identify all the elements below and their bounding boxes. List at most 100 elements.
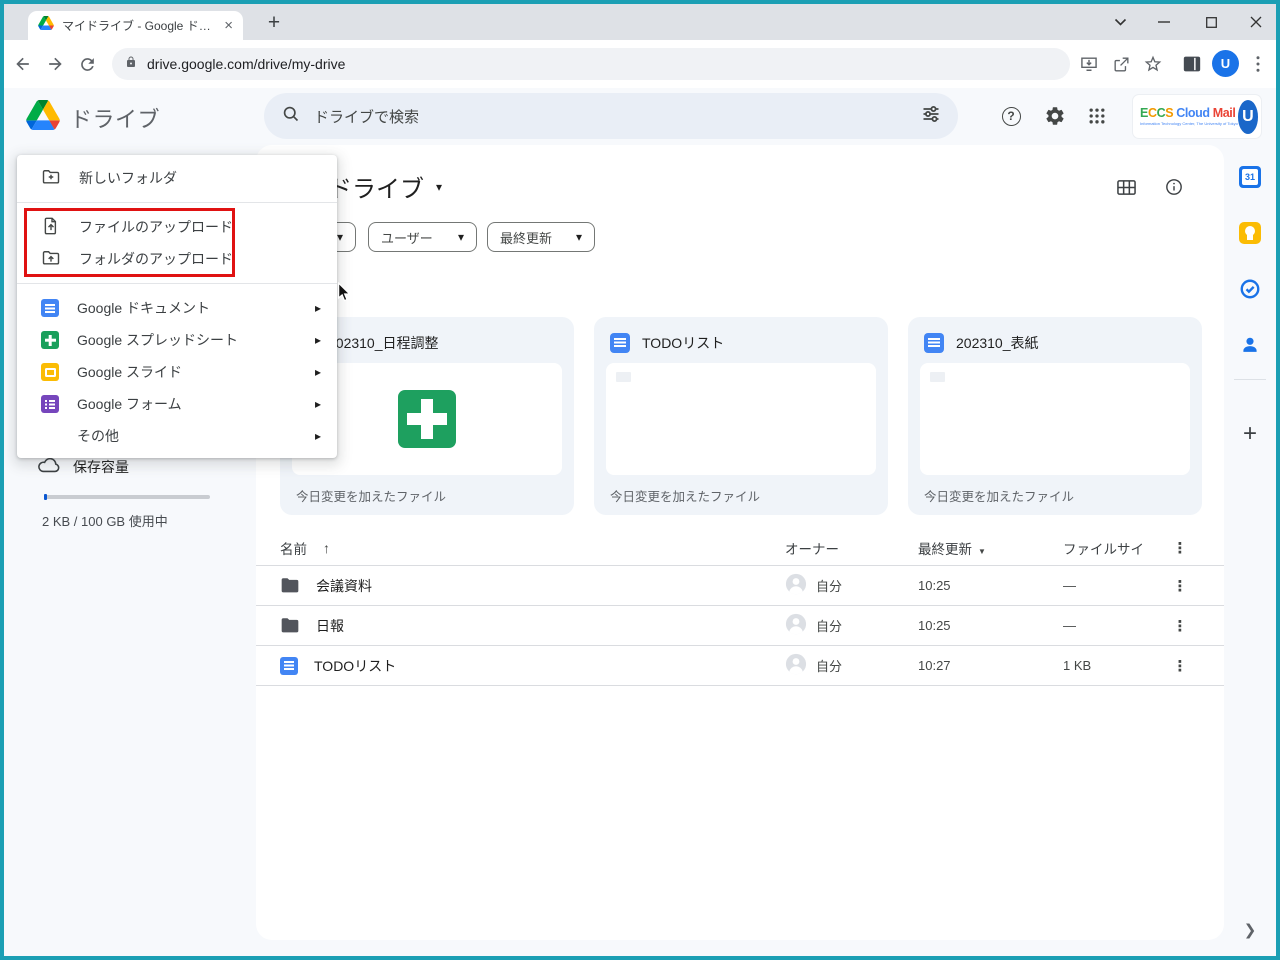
calendar-icon[interactable]: 31: [1239, 166, 1261, 188]
sort-descending-icon: ▼: [978, 546, 986, 556]
submenu-arrow-icon: ▸: [314, 429, 321, 443]
sheets-preview-icon: [398, 390, 456, 448]
menu-item-google-forms[interactable]: Google フォーム ▸: [17, 388, 337, 420]
browser-tab[interactable]: マイドライブ - Google ドライブ ×: [28, 11, 243, 40]
search-options-tune-icon[interactable]: [921, 104, 941, 129]
suggested-card[interactable]: TODOリスト 今日変更を加えたファイル: [594, 317, 888, 515]
menu-item-google-docs[interactable]: Google ドキュメント ▸: [17, 292, 337, 324]
browser-menu-kebab-icon[interactable]: [1246, 52, 1270, 76]
menu-item-google-slides[interactable]: Google スライド ▸: [17, 356, 337, 388]
folder-icon: [280, 616, 300, 636]
sidebar-storage-section: 保存容量 2 KB / 100 GB 使用中: [4, 455, 256, 530]
sidebar-item-storage[interactable]: 保存容量: [4, 455, 256, 479]
get-add-ons-plus-icon[interactable]: +: [1239, 420, 1261, 447]
account-avatar[interactable]: U: [1237, 99, 1258, 134]
tab-close-icon[interactable]: ×: [224, 18, 233, 33]
info-details-icon[interactable]: [1162, 175, 1186, 199]
file-size: —: [1063, 578, 1076, 593]
table-row[interactable]: TODOリスト 自分 10:27 1 KB ⋮: [256, 646, 1224, 686]
filter-chip-user[interactable]: ユーザー ▾: [368, 222, 477, 252]
modified-time: 10:27: [918, 658, 951, 673]
file-list-header: 名前 ↑ オーナー 最終更新 ▼ ファイルサイ ⋮: [256, 530, 1224, 566]
install-icon[interactable]: [1077, 52, 1101, 76]
main-content: マイドライブ ▾ ▾ ユーザー ▾ 最終更新 ▾ 202310_日程調整 今日変…: [256, 145, 1224, 940]
new-menu: 新しいフォルダ ファイルのアップロード フォルダのアップロード Google ド…: [17, 155, 337, 458]
row-options-kebab-icon[interactable]: ⋮: [1160, 577, 1200, 595]
table-row[interactable]: 日報 自分 10:25 — ⋮: [256, 606, 1224, 646]
column-header-modified[interactable]: 最終更新 ▼: [918, 538, 1063, 558]
contacts-icon[interactable]: [1239, 334, 1261, 356]
suggested-files: 202310_日程調整 今日変更を加えたファイル TODOリスト 今日変更を加え…: [280, 317, 1202, 515]
side-panel-divider: [1234, 379, 1266, 380]
google-sheets-icon: [41, 331, 59, 349]
submenu-arrow-icon: ▸: [314, 365, 321, 379]
window-minimize-button[interactable]: [1148, 6, 1180, 38]
eccs-account-badge[interactable]: ECCS Cloud Mail Information Technology C…: [1133, 95, 1261, 138]
menu-item-google-sheets[interactable]: Google スプレッドシート ▸: [17, 324, 337, 356]
eccs-logo-subtitle: Information Technology Center, The Unive…: [1140, 120, 1238, 126]
owner-avatar: [785, 653, 807, 678]
search-placeholder: ドライブで検索: [314, 108, 420, 126]
submenu-arrow-icon: ▸: [314, 333, 321, 347]
sort-ascending-icon: ↑: [323, 539, 330, 556]
google-side-panel: 31 + ❯: [1224, 145, 1276, 956]
share-icon[interactable]: [1109, 52, 1133, 76]
table-row[interactable]: 会議資料 自分 10:25 — ⋮: [256, 566, 1224, 606]
suggested-card[interactable]: 202310_表紙 今日変更を加えたファイル: [908, 317, 1202, 515]
drive-search-bar[interactable]: ドライブで検索: [264, 93, 958, 139]
tasks-icon[interactable]: [1239, 278, 1261, 300]
reload-button[interactable]: [75, 52, 99, 76]
chip-caret-icon: ▾: [575, 230, 582, 244]
new-folder-icon: [41, 167, 61, 190]
drive-favicon-icon: [38, 16, 54, 35]
drive-app-name: ドライブ: [70, 107, 161, 132]
drive-app: ドライブ ドライブで検索 ? ECCS Cloud Mail Informati…: [4, 88, 1276, 956]
menu-item-more[interactable]: その他 ▸: [17, 420, 337, 452]
file-list: 会議資料 自分 10:25 — ⋮ 日報 自分 10:25 — ⋮ TODOリス…: [256, 566, 1224, 686]
browser-profile-avatar[interactable]: U: [1212, 50, 1239, 77]
new-tab-button[interactable]: +: [260, 9, 288, 37]
bookmark-star-icon[interactable]: [1141, 52, 1165, 76]
drive-body: 保存容量 2 KB / 100 GB 使用中 マイドライブ ▾ ▾ ユーザー ▾…: [4, 145, 1276, 956]
window-close-button[interactable]: [1240, 6, 1272, 38]
drive-header: ドライブ ドライブで検索 ? ECCS Cloud Mail Informati…: [4, 88, 1276, 145]
back-button[interactable]: [11, 52, 35, 76]
file-size: —: [1063, 618, 1076, 633]
file-size: 1 KB: [1063, 658, 1092, 673]
settings-gear-icon[interactable]: [1043, 104, 1067, 128]
browser-toolbar: drive.google.com/drive/my-drive U: [4, 40, 1276, 88]
google-docs-icon: [41, 299, 59, 317]
keep-icon[interactable]: [1239, 222, 1261, 244]
card-preview: [920, 363, 1190, 475]
google-apps-grid-icon[interactable]: [1085, 104, 1109, 128]
forward-button[interactable]: [43, 52, 67, 76]
collapse-side-panel-chevron-icon[interactable]: ❯: [1224, 921, 1276, 939]
annotation-highlight-box: [24, 208, 235, 277]
eccs-logo-text: ECCS Cloud Mail: [1140, 106, 1236, 121]
docs-file-icon: [610, 333, 630, 353]
folder-icon: [280, 576, 300, 596]
column-header-size[interactable]: ファイルサイ: [1063, 538, 1160, 558]
window-maximize-button[interactable]: [1195, 6, 1227, 38]
drive-logo-icon[interactable]: [26, 100, 60, 135]
owner-avatar: [785, 573, 807, 598]
column-header-name[interactable]: 名前 ↑: [280, 538, 785, 558]
row-options-kebab-icon[interactable]: ⋮: [1160, 657, 1200, 675]
menu-item-new-folder[interactable]: 新しいフォルダ: [17, 158, 337, 198]
filter-chip-modified[interactable]: 最終更新 ▾: [487, 222, 595, 252]
tab-search-chevron-icon[interactable]: [1104, 6, 1136, 38]
file-name: TODOリスト: [314, 657, 397, 674]
grid-view-toggle-icon[interactable]: [1114, 175, 1138, 199]
chip-caret-icon: ▾: [336, 230, 343, 244]
column-header-owner[interactable]: オーナー: [785, 538, 918, 558]
cloud-icon: [38, 457, 60, 478]
title-dropdown-caret-icon: ▾: [436, 179, 443, 194]
list-options-kebab-icon[interactable]: ⋮: [1160, 539, 1200, 557]
address-bar[interactable]: drive.google.com/drive/my-drive: [112, 48, 1070, 80]
google-forms-icon: [41, 395, 59, 413]
side-panel-toggle-icon[interactable]: [1180, 52, 1204, 76]
help-icon[interactable]: ?: [999, 104, 1023, 128]
row-options-kebab-icon[interactable]: ⋮: [1160, 617, 1200, 635]
browser-window: マイドライブ - Google ドライブ × +: [4, 4, 1276, 956]
search-icon: [281, 104, 301, 129]
